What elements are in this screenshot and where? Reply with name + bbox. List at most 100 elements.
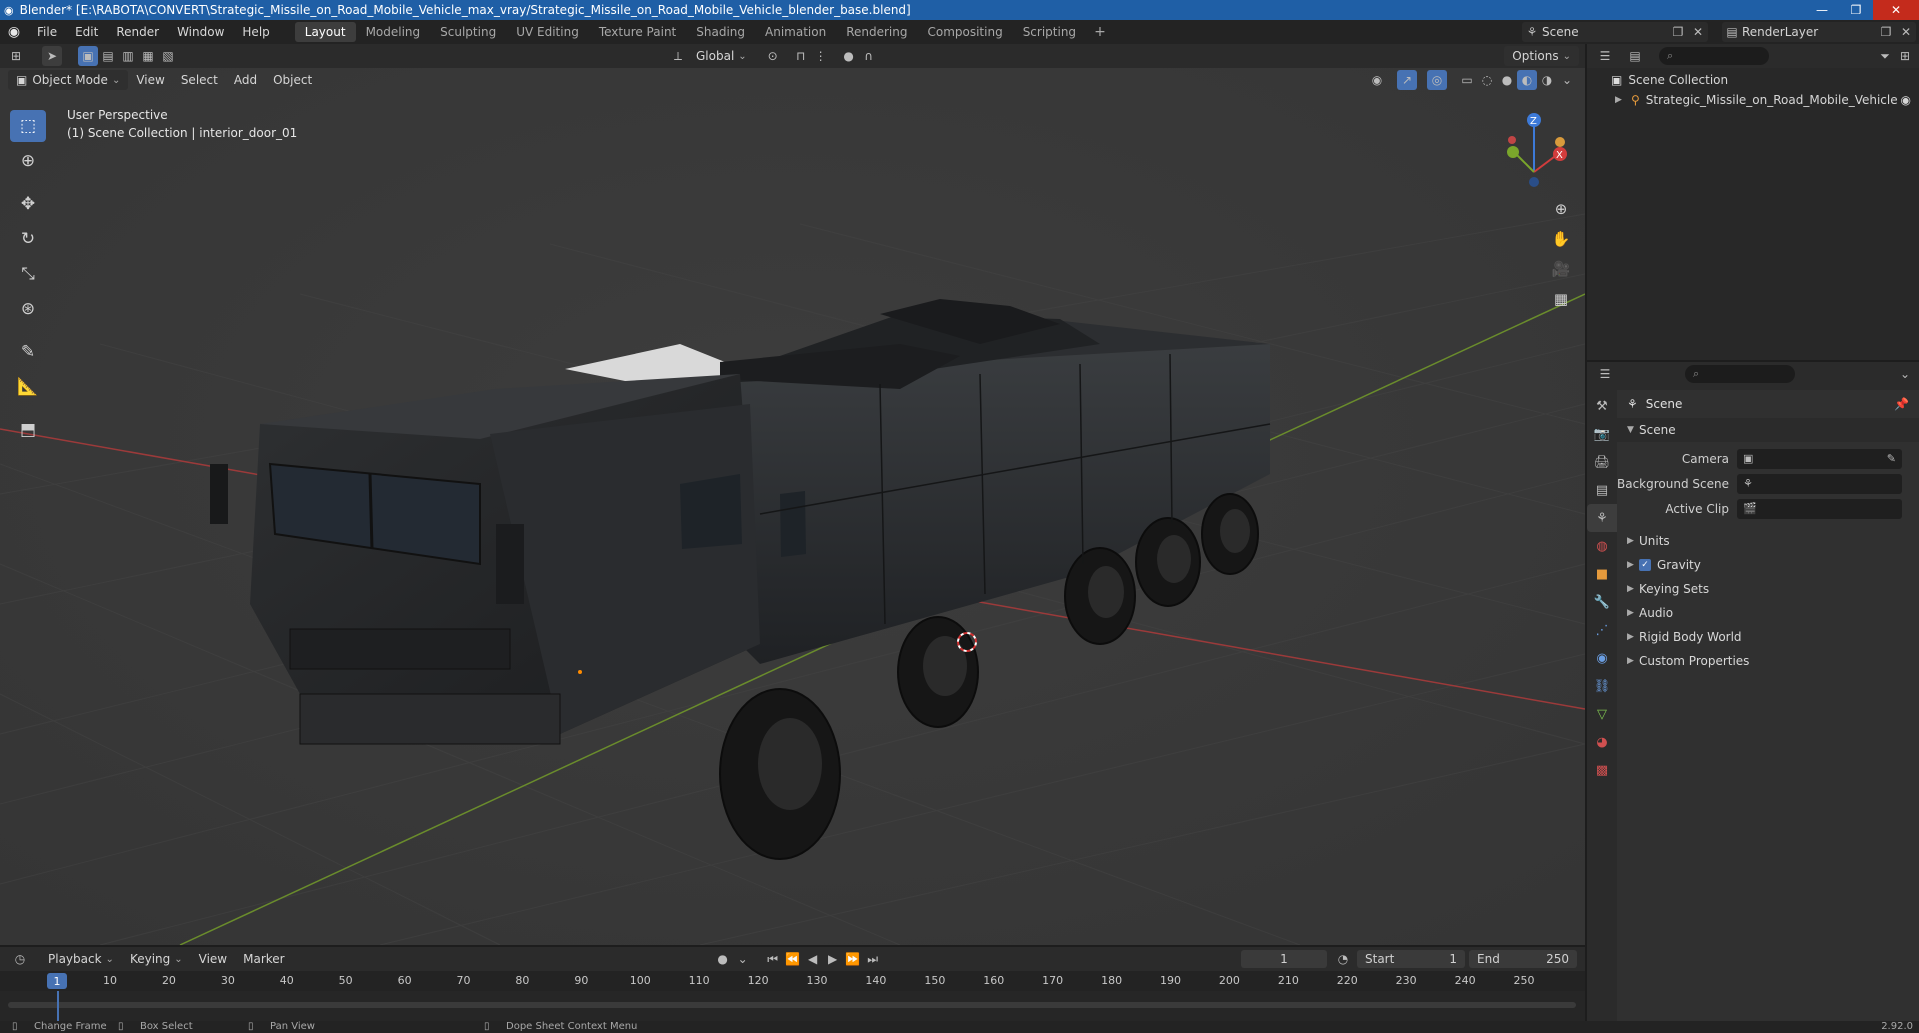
active-clip-field[interactable]: 🎬 (1737, 498, 1902, 519)
keying-options-icon[interactable]: ⌄ (733, 949, 753, 969)
wireframe-shading-icon[interactable]: ◌ (1477, 70, 1497, 90)
world-tab-icon[interactable]: ◍ (1587, 532, 1617, 560)
scene-tab-icon[interactable]: ⚘ (1587, 504, 1617, 532)
delete-scene-icon[interactable]: ✕ (1688, 22, 1708, 42)
camera-view-icon[interactable]: 🎥 (1546, 254, 1576, 284)
filter-icon[interactable]: ⏷ (1875, 46, 1895, 66)
pan-hand-icon[interactable]: ✋ (1546, 224, 1576, 254)
scale-tool-icon[interactable]: ⤡ (10, 258, 46, 290)
add-cube-tool-icon[interactable]: ⬒ (10, 414, 46, 446)
constraints-tab-icon[interactable]: ⛓ (1587, 672, 1617, 700)
menu-render[interactable]: Render (107, 20, 168, 44)
snap-target-icon[interactable]: ⋮ (811, 46, 831, 66)
select-mode-new-icon[interactable]: ▣ (78, 46, 98, 66)
current-frame-marker[interactable]: 1 (47, 973, 67, 989)
section-rigid-body-world[interactable]: ▶ Rigid Body World (1617, 625, 1919, 649)
new-collection-icon[interactable]: ⊞ (1895, 46, 1915, 66)
menu-view[interactable]: View (128, 70, 172, 90)
scene-selector[interactable]: ⚘ Scene ❐ ✕ (1522, 22, 1708, 42)
pin-icon[interactable]: 📌 (1894, 397, 1909, 411)
blender-menu-icon[interactable]: ◉ (0, 20, 28, 44)
background-scene-field[interactable]: ⚘ (1737, 473, 1902, 494)
tool-tab-icon[interactable]: ⚒ (1587, 392, 1617, 420)
viewport-scene[interactable]: Z X (0, 44, 1585, 945)
properties-options-icon[interactable]: ⌄ (1895, 364, 1915, 384)
timeline-scrollbar[interactable] (8, 1002, 1576, 1008)
options-dropdown[interactable]: Options (1504, 46, 1579, 66)
jump-start-icon[interactable]: ⏮ (763, 949, 783, 969)
expand-arrow-icon[interactable]: ▶ (1615, 95, 1631, 105)
gizmo-toggle-icon[interactable]: ↗ (1397, 70, 1417, 90)
shading-options-icon[interactable]: ⌄ (1557, 70, 1577, 90)
delete-layer-icon[interactable]: ✕ (1896, 22, 1916, 42)
data-tab-icon[interactable]: ▽ (1587, 700, 1617, 728)
minimize-button[interactable]: — (1805, 0, 1839, 20)
tab-shading[interactable]: Shading (686, 22, 755, 42)
select-box-tool-icon[interactable]: ⬚ (10, 110, 46, 142)
texture-tab-icon[interactable]: ▩ (1587, 756, 1617, 784)
frame-end-field[interactable]: End 250 (1469, 950, 1577, 968)
copy-layer-icon[interactable]: ❐ (1876, 22, 1896, 42)
tab-sculpting[interactable]: Sculpting (430, 22, 506, 42)
falloff-icon[interactable]: ∩ (859, 46, 879, 66)
clock-icon[interactable]: ◔ (1333, 949, 1353, 969)
menu-keying[interactable]: Keying (122, 949, 191, 969)
outliner-editor-type-icon[interactable]: ☰ (1595, 46, 1615, 66)
menu-edit[interactable]: Edit (66, 20, 107, 44)
menu-file[interactable]: File (28, 20, 66, 44)
editor-type-icon[interactable]: ⊞ (6, 46, 26, 66)
menu-object[interactable]: Object (265, 70, 320, 90)
menu-window[interactable]: Window (168, 20, 233, 44)
menu-help[interactable]: Help (233, 20, 278, 44)
tab-modeling[interactable]: Modeling (356, 22, 431, 42)
menu-add[interactable]: Add (226, 70, 265, 90)
select-mode-extend-icon[interactable]: ▤ (98, 46, 118, 66)
select-tool-icon[interactable]: ➤ (42, 46, 62, 66)
physics-tab-icon[interactable]: ◉ (1587, 644, 1617, 672)
material-shading-icon[interactable]: ◐ (1517, 70, 1537, 90)
jump-keyframe-back-icon[interactable]: ⏪ (783, 949, 803, 969)
jump-end-icon[interactable]: ⏭ (863, 949, 883, 969)
modifier-tab-icon[interactable]: 🔧 (1587, 588, 1617, 616)
section-custom-properties[interactable]: ▶ Custom Properties (1617, 649, 1919, 673)
display-mode-icon[interactable]: ▤ (1625, 46, 1645, 66)
move-tool-icon[interactable]: ✥ (10, 188, 46, 220)
render-tab-icon[interactable]: 📷 (1587, 420, 1617, 448)
auto-keying-icon[interactable]: ● (713, 949, 733, 969)
maximize-button[interactable]: ❐ (1839, 0, 1873, 20)
material-tab-icon[interactable]: ◕ (1587, 728, 1617, 756)
xray-toggle-icon[interactable]: ▭ (1457, 70, 1477, 90)
outliner-search-input[interactable]: ⌕ (1659, 47, 1769, 65)
visibility-icon[interactable]: ◉ (1367, 70, 1387, 90)
tab-uv-editing[interactable]: UV Editing (506, 22, 589, 42)
cursor-tool-icon[interactable]: ⊕ (10, 145, 46, 177)
object-tab-icon[interactable]: ■ (1587, 560, 1617, 588)
menu-playback[interactable]: Playback (40, 949, 122, 969)
pivot-point-icon[interactable]: ⊙ (763, 46, 783, 66)
measure-tool-icon[interactable]: 📐 (10, 371, 46, 403)
eye-visibility-icon[interactable]: ◉ (1901, 93, 1911, 107)
snap-icon[interactable]: ⊓ (791, 46, 811, 66)
view-layer-tab-icon[interactable]: ▤ (1587, 476, 1617, 504)
render-layer-selector[interactable]: ▤ RenderLayer ❐ ✕ (1722, 22, 1916, 42)
transform-tool-icon[interactable]: ⊛ (10, 293, 46, 325)
add-workspace-icon[interactable]: + (1086, 24, 1114, 40)
jump-keyframe-forward-icon[interactable]: ⏩ (843, 949, 863, 969)
properties-editor-type-icon[interactable]: ☰ (1595, 364, 1615, 384)
tab-layout[interactable]: Layout (294, 22, 356, 42)
timeline-editor-type-icon[interactable]: ◷ (10, 949, 30, 969)
object-mode-dropdown[interactable]: ▣ Object Mode (8, 70, 129, 90)
proportional-edit-icon[interactable]: ● (839, 46, 859, 66)
menu-marker[interactable]: Marker (235, 949, 292, 969)
select-mode-intersect-icon[interactable]: ▧ (158, 46, 178, 66)
camera-field[interactable]: ▣ ✎ (1737, 448, 1902, 469)
section-keying-sets[interactable]: ▶ Keying Sets (1617, 577, 1919, 601)
menu-timeline-view[interactable]: View (191, 949, 235, 969)
zoom-icon[interactable]: ⊕ (1546, 194, 1576, 224)
tab-compositing[interactable]: Compositing (917, 22, 1012, 42)
tab-rendering[interactable]: Rendering (836, 22, 917, 42)
section-gravity[interactable]: ▶ ✓ Gravity (1617, 553, 1919, 577)
eyedropper-icon[interactable]: ✎ (1887, 452, 1896, 465)
properties-search-input[interactable]: ⌕ (1685, 365, 1795, 383)
play-reverse-icon[interactable]: ◀ (803, 949, 823, 969)
